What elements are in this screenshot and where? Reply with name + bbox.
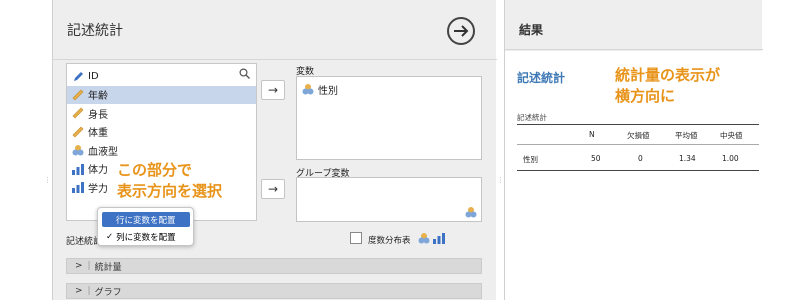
list-item[interactable]: 体重: [67, 123, 256, 141]
ordinal-bars-icon: [72, 163, 84, 175]
chevron-right-icon: >: [75, 286, 83, 296]
arrow-right-circle-icon[interactable]: [447, 17, 475, 45]
chevron-right-icon: >: [75, 261, 83, 271]
variable-label: 性別: [318, 85, 338, 97]
list-item[interactable]: 年齢: [67, 85, 256, 104]
check-icon: ✓: [106, 231, 114, 242]
results-header: 結果: [505, 0, 763, 50]
frequency-table-label: 度数分布表: [368, 236, 411, 246]
results-table-subtitle: 記述統計: [517, 113, 547, 122]
panel-resize-handle[interactable]: ⋮: [497, 176, 504, 184]
column-header: 中央値: [720, 131, 743, 140]
section-statistics[interactable]: > | 統計量: [66, 258, 482, 274]
nominal-text-icon: [72, 70, 84, 82]
table-cell: 50: [591, 154, 601, 163]
table-cell: 1.34: [679, 154, 696, 163]
nominal-circles-icon: [465, 207, 477, 218]
list-item[interactable]: 身長: [67, 104, 256, 122]
section-plots[interactable]: > | グラフ: [66, 283, 482, 299]
menu-option-columns[interactable]: ✓ 列に変数を配置: [102, 229, 190, 244]
variable-label: 血液型: [88, 146, 118, 158]
nominal-circles-icon: [418, 233, 430, 244]
list-item[interactable]: ID: [67, 67, 256, 85]
panel-resize-handle[interactable]: ⋮: [44, 176, 51, 184]
list-item[interactable]: 性別: [297, 80, 481, 98]
continuous-ruler-icon: [72, 126, 84, 138]
ordinal-bars-icon: [72, 181, 84, 193]
results-table-title: 記述統計: [517, 71, 566, 85]
list-item[interactable]: 血液型: [67, 141, 256, 159]
variable-label: ID: [88, 70, 99, 82]
table-cell: 0: [638, 154, 643, 163]
variable-label: 学力: [88, 183, 108, 195]
column-header: N: [589, 130, 595, 139]
column-header: 欠損値: [627, 131, 650, 140]
menu-option-rows[interactable]: 行に変数を配置: [102, 212, 190, 227]
options-header: 記述統計: [53, 0, 497, 60]
results-panel: 結果 記述統計 統計量の表示が 横方向に 記述統計 N 欠損値 平均値 中央値 …: [504, 0, 763, 300]
variables-drop-box[interactable]: 性別: [296, 76, 482, 160]
nominal-circles-icon: [302, 83, 314, 95]
annotation-orientation: この部分で 表示方向を選択: [117, 161, 223, 200]
row-label: 性別: [523, 155, 538, 164]
table-cell: 1.00: [722, 154, 739, 163]
results-header-title: 結果: [519, 23, 544, 37]
annotation-horizontal: 統計量の表示が 横方向に: [615, 66, 721, 105]
nominal-circles-icon: [72, 144, 84, 156]
continuous-ruler-icon: [72, 107, 84, 119]
continuous-ruler-icon: [72, 89, 84, 101]
analysis-options-panel: 記述統計 ID 年齢 身長 体重 血液型 体力 学力 → → 変数 性別 グループ変数 この…: [52, 0, 497, 300]
move-to-split-button[interactable]: →: [261, 179, 285, 199]
split-drop-box[interactable]: [296, 177, 482, 222]
variable-label: 体力: [88, 165, 108, 176]
table-header-row: N 欠損値 平均値 中央値: [517, 124, 759, 144]
variable-label: 体重: [88, 128, 108, 139]
variable-label: 年齢: [88, 91, 108, 102]
frequency-table-checkbox[interactable]: [350, 232, 362, 244]
move-to-variables-button[interactable]: →: [261, 80, 285, 100]
variable-label: 身長: [88, 109, 108, 121]
orientation-dropdown-menu[interactable]: 行に変数を配置 ✓ 列に変数を配置: [97, 207, 194, 246]
analysis-title: 記述統計: [67, 23, 123, 39]
table-row: 性別 50 0 1.34 1.00: [517, 148, 759, 168]
results-output: 記述統計 統計量の表示が 横方向に 記述統計 N 欠損値 平均値 中央値 性別 …: [505, 51, 763, 300]
column-header: 平均値: [675, 131, 698, 140]
ordinal-bars-icon: [433, 233, 445, 244]
